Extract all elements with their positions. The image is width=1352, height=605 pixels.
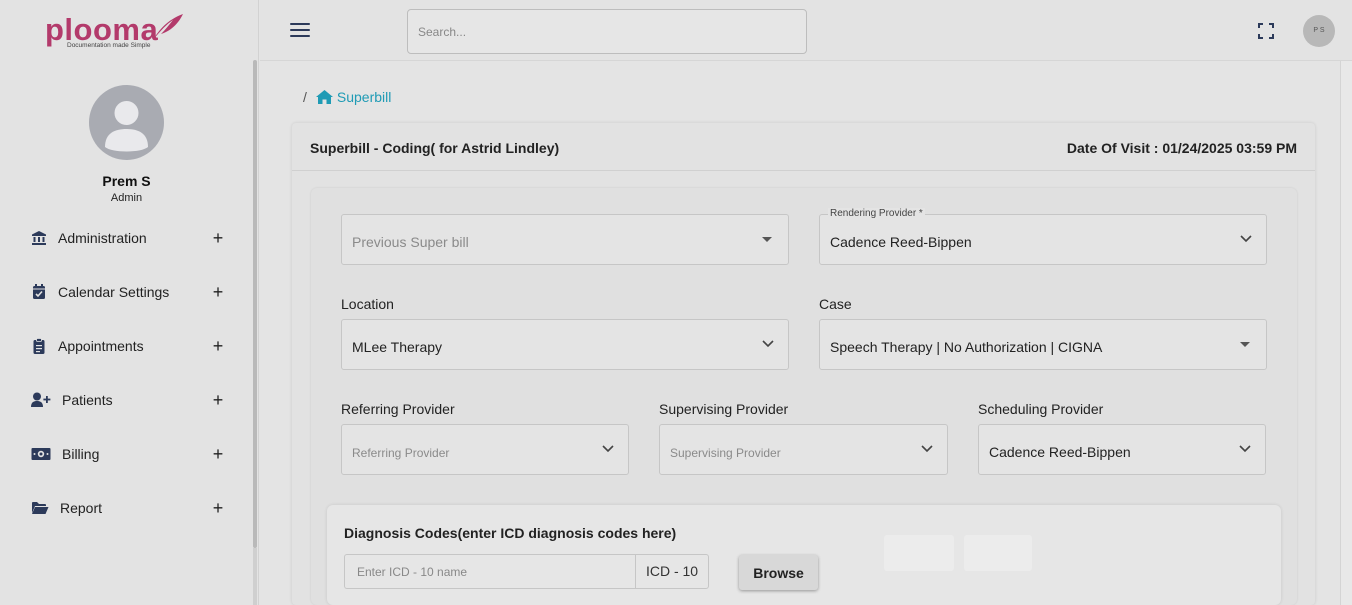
sidebar-scrollbar-track (253, 548, 257, 605)
supervising-provider-placeholder: Supervising Provider (670, 446, 781, 460)
icd-version-addon: ICD - 10 (635, 554, 709, 589)
sidebar-scrollbar[interactable] (253, 60, 257, 548)
money-icon (30, 445, 52, 463)
page-title: Superbill - Coding( for Astrid Lindley) (310, 140, 560, 156)
sidebar-item-label: Patients (62, 392, 113, 408)
expand-icon[interactable]: + (211, 282, 225, 303)
date-of-visit: Date Of Visit : 01/24/2025 03:59 PM (1066, 140, 1297, 156)
calendar-check-icon (30, 283, 48, 301)
rendering-provider-value: Cadence Reed-Bippen (830, 234, 972, 250)
feather-icon (153, 14, 183, 40)
location-value: MLee Therapy (352, 339, 443, 355)
faded-button (884, 535, 954, 571)
referring-provider-select[interactable]: Referring Provider (341, 424, 629, 475)
chevron-down-icon (921, 445, 933, 453)
clipboard-icon (30, 337, 48, 355)
chevron-down-icon (1240, 235, 1252, 243)
faded-button (964, 535, 1032, 571)
caret-down-icon (762, 237, 772, 242)
sidebar-item-administration[interactable]: Administration + (30, 226, 225, 250)
sidebar-item-label: Report (60, 500, 103, 516)
person-icon (105, 101, 148, 152)
referring-provider-label: Referring Provider (341, 401, 455, 417)
breadcrumb-label: Superbill (336, 89, 392, 105)
diagnosis-title: Diagnosis Codes(enter ICD diagnosis code… (344, 525, 677, 541)
location-label: Location (341, 296, 394, 312)
folder-open-icon (30, 499, 50, 517)
sidebar: plooma Documentation made Simple Prem S … (0, 0, 259, 605)
user-avatar[interactable] (89, 85, 164, 160)
caret-down-icon (1240, 342, 1250, 347)
brand-logo[interactable]: plooma Documentation made Simple (45, 12, 185, 54)
sidebar-item-label: Calendar Settings (58, 284, 170, 300)
brand-tagline: Documentation made Simple (67, 42, 151, 49)
sidebar-item-billing[interactable]: Billing + (30, 442, 225, 466)
supervising-provider-select[interactable]: Supervising Provider (659, 424, 948, 475)
page-scrollbar[interactable] (1340, 61, 1352, 605)
sidebar-item-label: Appointments (58, 338, 144, 354)
expand-icon[interactable]: + (211, 336, 225, 357)
expand-icon[interactable]: + (211, 498, 225, 519)
chevron-down-icon (602, 445, 614, 453)
scheduling-provider-label: Scheduling Provider (978, 401, 1104, 417)
sidebar-item-calendar-settings[interactable]: Calendar Settings + (30, 280, 225, 304)
search-input[interactable] (407, 9, 807, 54)
sidebar-item-patients[interactable]: Patients + (30, 388, 225, 412)
breadcrumb-superbill[interactable]: Superbill (315, 89, 391, 105)
bank-icon (30, 229, 48, 247)
supervising-provider-label: Supervising Provider (659, 401, 789, 417)
scheduling-provider-select[interactable]: Cadence Reed-Bippen (978, 424, 1266, 475)
topbar: P S (260, 0, 1352, 61)
user-name: Prem S (102, 173, 151, 189)
breadcrumb: / Superbill (303, 89, 391, 105)
menu-icon[interactable] (290, 23, 310, 39)
icd-search-input[interactable] (344, 554, 636, 589)
user-role: Admin (110, 192, 143, 204)
sidebar-item-label: Billing (62, 446, 100, 462)
home-icon (315, 90, 333, 104)
previous-superbill-placeholder: Previous Super bill (352, 234, 469, 250)
rendering-provider-label: Rendering Provider * (828, 208, 925, 219)
location-select[interactable]: MLee Therapy (341, 319, 789, 370)
sidebar-item-appointments[interactable]: Appointments + (30, 334, 225, 358)
chevron-down-icon (762, 340, 774, 348)
diagnosis-codes-panel: Diagnosis Codes(enter ICD diagnosis code… (327, 505, 1281, 605)
card-header: Superbill - Coding( for Astrid Lindley) … (292, 123, 1315, 171)
rendering-provider-select[interactable]: Rendering Provider * Cadence Reed-Bippen (819, 208, 1267, 265)
referring-provider-placeholder: Referring Provider (352, 446, 450, 460)
expand-icon[interactable]: + (211, 390, 225, 411)
expand-icon[interactable]: + (211, 444, 225, 465)
user-avatar-small[interactable]: P S (1303, 15, 1335, 47)
browse-button[interactable]: Browse (739, 555, 818, 590)
breadcrumb-separator: / (303, 89, 307, 105)
chevron-down-icon (1239, 445, 1251, 453)
fullscreen-icon[interactable] (1258, 23, 1274, 39)
case-select[interactable]: Speech Therapy | No Authorization | CIGN… (819, 319, 1267, 370)
scheduling-provider-value: Cadence Reed-Bippen (989, 444, 1131, 460)
sidebar-item-label: Administration (58, 230, 147, 246)
previous-superbill-select[interactable]: Previous Super bill (341, 214, 789, 265)
case-label: Case (819, 296, 852, 312)
sidebar-item-report[interactable]: Report + (30, 496, 225, 520)
case-value: Speech Therapy | No Authorization | CIGN… (830, 339, 1103, 355)
user-plus-icon (30, 391, 52, 409)
expand-icon[interactable]: + (211, 228, 225, 249)
